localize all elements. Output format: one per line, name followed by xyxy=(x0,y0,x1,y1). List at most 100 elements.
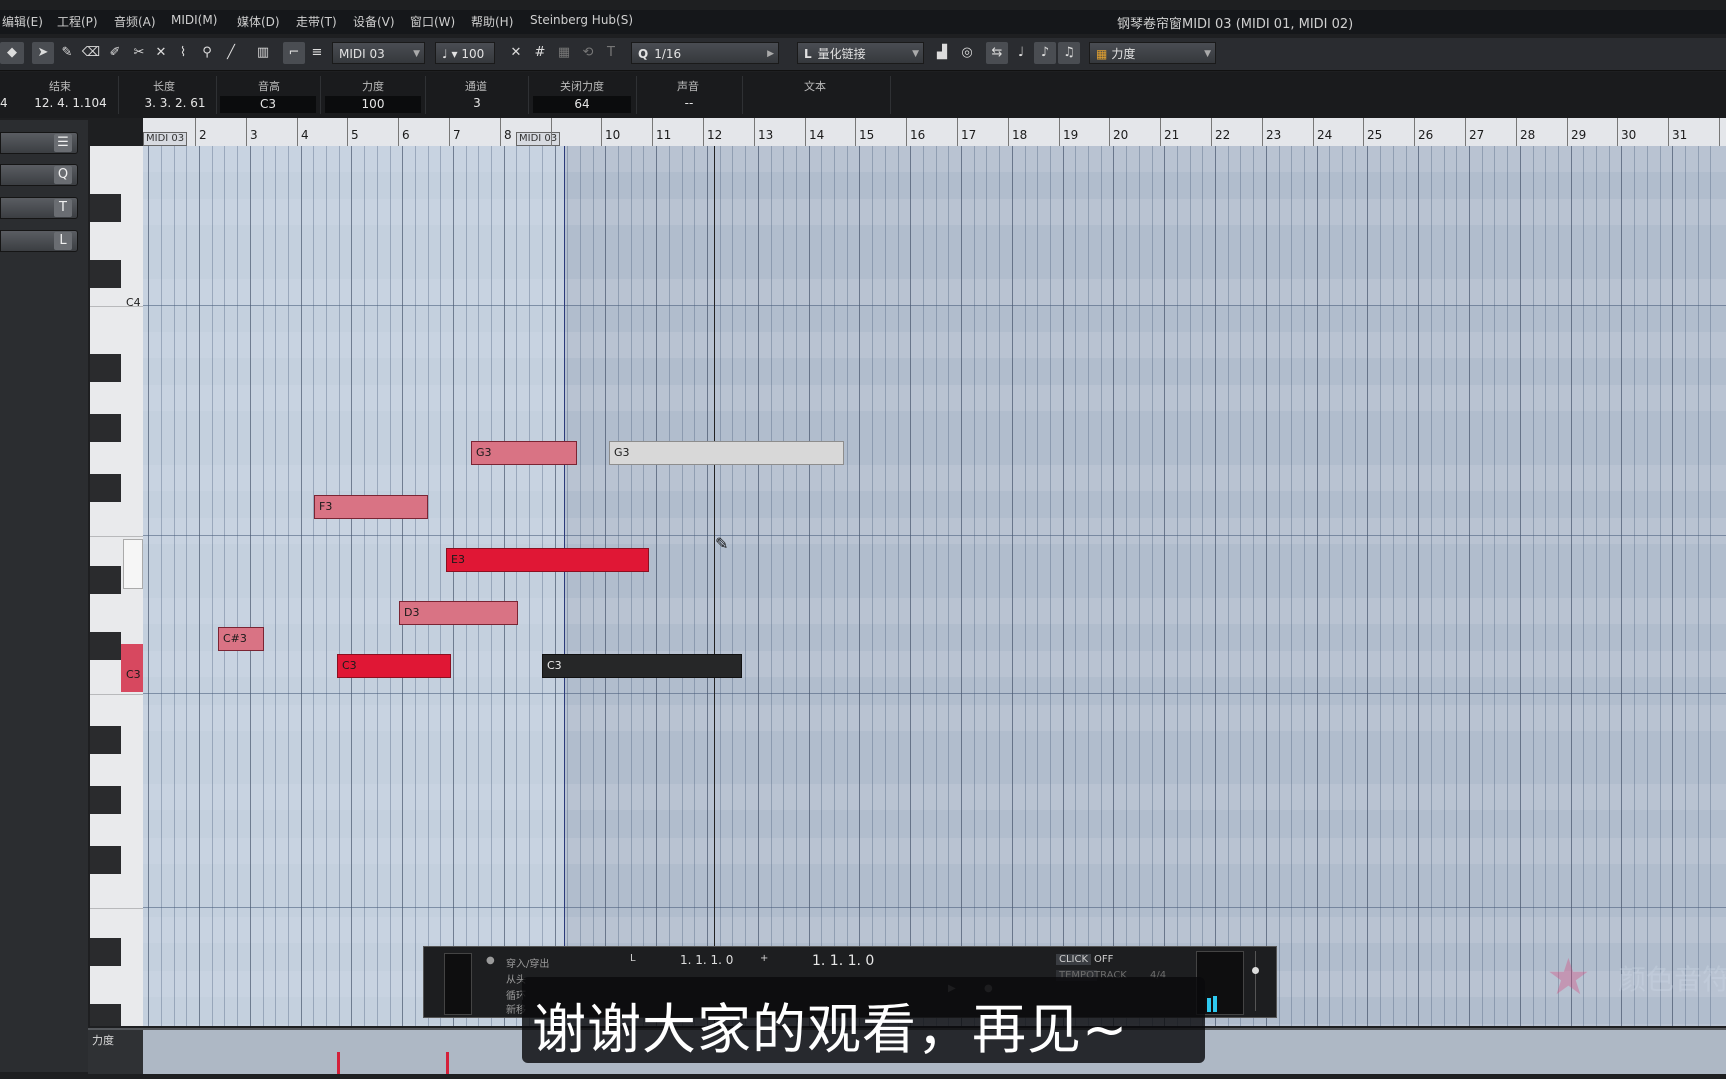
black-key[interactable] xyxy=(90,354,121,382)
grid-line xyxy=(263,146,264,1026)
info-off-velocity-value[interactable]: 64 xyxy=(533,96,631,113)
pointer-tool-icon[interactable]: ➤ xyxy=(32,42,54,64)
glue-tool-icon[interactable]: ⌇ xyxy=(172,42,194,64)
black-key[interactable] xyxy=(90,632,121,660)
black-key[interactable] xyxy=(90,566,121,594)
autoscroll-icon[interactable]: ▥ xyxy=(252,42,274,64)
length-quantize-dropdown[interactable]: L 量化链接 ▼ xyxy=(797,42,924,64)
black-key[interactable] xyxy=(90,846,121,874)
grid-icon[interactable]: # xyxy=(529,42,551,64)
info-pitch-value[interactable]: C3 xyxy=(220,96,316,113)
transpose-panel-button[interactable]: T xyxy=(0,197,78,219)
menu-audio[interactable]: 音频(A) xyxy=(114,13,156,30)
record-icon[interactable]: ● xyxy=(486,955,495,966)
pencil-tool-icon[interactable]: ✎ xyxy=(56,42,78,64)
black-key[interactable] xyxy=(90,194,121,222)
position-display[interactable]: 1. 1. 1. 0 xyxy=(812,953,874,969)
piano-keyboard[interactable]: C4 C3 xyxy=(90,146,143,1026)
menu-media[interactable]: 媒体(D) xyxy=(237,13,280,30)
line-tool-icon[interactable]: ╱ xyxy=(220,42,242,64)
part-list-icon[interactable]: ≡ xyxy=(306,42,328,64)
info-start-value[interactable]: 4 xyxy=(0,96,8,110)
mute-tool-icon[interactable]: ✕ xyxy=(150,42,172,64)
quantize-dropdown[interactable]: Q 1/16 ▶ xyxy=(631,42,779,64)
project-cursor[interactable] xyxy=(714,146,715,1026)
insert-velocity-dropdown[interactable]: ♩ ▾ 100 xyxy=(435,42,495,64)
grid-line xyxy=(1685,146,1686,1026)
grid-line xyxy=(656,146,657,1026)
fader-knob[interactable] xyxy=(1252,967,1259,974)
note-grid[interactable]: G3 G3 F3 E3 D3 C#3 C3 C3 ✎ xyxy=(143,146,1726,1026)
snap-toggle-icon[interactable]: ✕ xyxy=(505,42,527,64)
black-key[interactable] xyxy=(90,726,121,754)
midi-note[interactable]: G3 xyxy=(471,441,577,465)
add-marker-icon[interactable]: + xyxy=(760,953,768,964)
move-insert-icon[interactable]: ⟲ xyxy=(577,42,599,64)
step-chart-icon[interactable]: ▟ xyxy=(931,42,953,64)
midi-note[interactable]: D3 xyxy=(399,601,518,625)
bar-ruler[interactable]: MIDI 03 MIDI 03 2 3 4 5 6 7 8 10 11 12 13 14 15 16 17 1… xyxy=(143,118,1726,147)
controller-lane-dropdown[interactable]: ▦ 力度 ▼ xyxy=(1089,42,1216,64)
bar-number: 5 xyxy=(351,128,359,142)
black-key[interactable] xyxy=(90,474,121,502)
octave-line xyxy=(143,305,1726,306)
part-select-dropdown[interactable]: MIDI 03 ▼ xyxy=(332,42,425,64)
highlighted-key[interactable] xyxy=(123,539,143,589)
menu-devices[interactable]: 设备(V) xyxy=(353,13,395,30)
volume-fader[interactable] xyxy=(1246,951,1266,1013)
velocity-bar[interactable] xyxy=(337,1052,340,1074)
left-locator-icon[interactable]: L xyxy=(630,953,636,964)
note-icon[interactable]: ♩ xyxy=(1010,42,1032,64)
fader-track xyxy=(1255,951,1256,1011)
menu-window[interactable]: 窗口(W) xyxy=(410,13,455,30)
midi-note-selected[interactable]: C3 xyxy=(337,654,451,678)
solo-editor-icon[interactable]: ◆ xyxy=(0,42,24,64)
info-divider xyxy=(636,76,637,114)
menu-project[interactable]: 工程(P) xyxy=(57,13,98,30)
trim-tool-icon[interactable]: ✂ xyxy=(128,42,150,64)
menu-edit[interactable]: 编辑(E) xyxy=(2,13,43,30)
click-value[interactable]: OFF xyxy=(1094,954,1113,965)
info-velocity-value[interactable]: 100 xyxy=(325,96,421,113)
note-up-icon[interactable]: ♫ xyxy=(1058,42,1080,64)
left-locator-value[interactable]: 1. 1. 1. 0 xyxy=(680,953,733,967)
info-channel-value[interactable]: 3 xyxy=(470,96,484,110)
midi-note-selected[interactable]: E3 xyxy=(446,548,649,572)
grid-line xyxy=(910,146,911,1026)
grid-line xyxy=(1240,146,1241,1026)
note-down-icon[interactable]: ♪ xyxy=(1034,42,1056,64)
midi-note-dark[interactable]: C3 xyxy=(542,654,742,678)
grid-line xyxy=(288,146,289,1026)
midi-note[interactable]: F3 xyxy=(314,495,428,519)
menu-transport[interactable]: 走带(T) xyxy=(296,13,337,30)
click-label[interactable]: CLICK xyxy=(1056,954,1092,965)
menu-steinberg-hub[interactable]: Steinberg Hub(S) xyxy=(530,13,633,27)
brush-tool-icon[interactable]: ✐ xyxy=(104,42,126,64)
eraser-tool-icon[interactable]: ⌫ xyxy=(80,42,102,64)
black-key[interactable] xyxy=(90,260,121,288)
menu-help[interactable]: 帮助(H) xyxy=(471,13,513,30)
inspector-toggle-button[interactable]: ☰ xyxy=(0,132,78,154)
velocity-bar[interactable] xyxy=(446,1052,449,1074)
midi-input-icon[interactable]: ◎ xyxy=(956,42,978,64)
quantize-panel-button[interactable]: Q xyxy=(0,164,78,186)
black-key[interactable] xyxy=(90,938,121,966)
punch-label[interactable]: 穿入/穿出 xyxy=(506,955,549,970)
zoom-tool-icon[interactable]: ⚲ xyxy=(196,42,218,64)
step-input-icon[interactable]: ▦ xyxy=(553,42,575,64)
length-icon: L xyxy=(54,232,72,250)
midi-note[interactable]: C#3 xyxy=(218,627,264,651)
black-key[interactable] xyxy=(90,786,121,814)
info-voice-value[interactable]: -- xyxy=(681,96,697,110)
grid-line xyxy=(326,146,327,1026)
pitch-input-icon[interactable]: T xyxy=(600,42,622,64)
grid-line xyxy=(1291,146,1292,1026)
edit-active-part-icon[interactable]: ⌐ xyxy=(283,42,305,64)
transpose-icon[interactable]: ⇆ xyxy=(986,42,1008,64)
info-length-value[interactable]: 3. 3. 2. 61 xyxy=(139,96,211,110)
length-panel-button[interactable]: L xyxy=(0,230,78,252)
black-key[interactable] xyxy=(90,1004,121,1026)
info-end-value[interactable]: 12. 4. 1.104 xyxy=(33,96,108,110)
black-key[interactable] xyxy=(90,414,121,442)
menu-midi[interactable]: MIDI(M) xyxy=(171,13,217,27)
